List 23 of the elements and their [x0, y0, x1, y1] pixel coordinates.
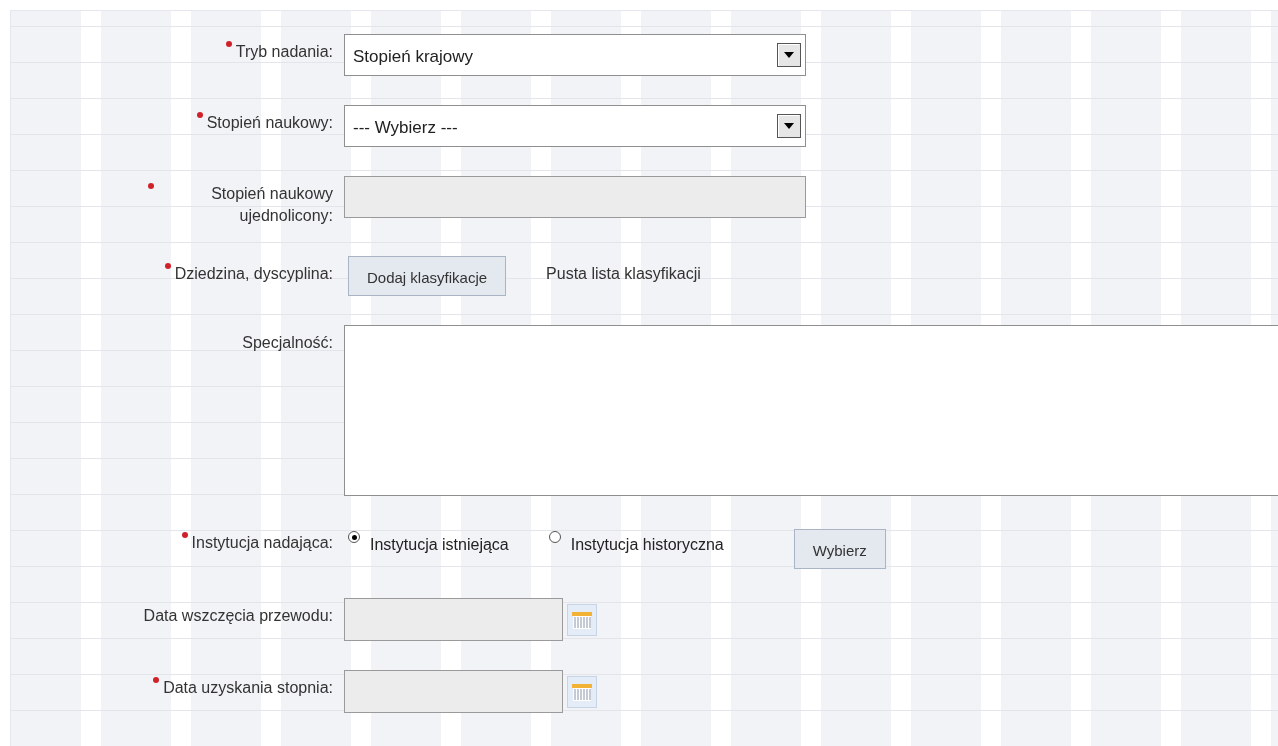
field-label: Stopień naukowy:	[206, 113, 333, 133]
dropdown-arrow-icon[interactable]	[777, 114, 801, 138]
field-label: Data wszczęcia przewodu:	[143, 606, 333, 626]
calendar-icon[interactable]	[567, 604, 597, 636]
date-input-field[interactable]	[344, 670, 563, 713]
button[interactable]: Wybierz	[793, 529, 886, 569]
field-label: Dziedzina, dyscyplina:	[174, 264, 333, 284]
dropdown-arrow-icon[interactable]	[777, 43, 801, 67]
select-field[interactable]: Stopień krajowy	[344, 34, 806, 76]
field-label: Tryb nadania:	[235, 42, 333, 62]
button[interactable]: Dodaj klasyfikacje	[348, 256, 507, 296]
radio-label[interactable]: Instytucja istniejąca	[370, 529, 509, 557]
radio-button[interactable]	[548, 531, 561, 543]
calendar-icon[interactable]	[567, 676, 597, 708]
select-field[interactable]: --- Wybierz ---	[344, 105, 806, 147]
date-input-field[interactable]	[344, 598, 563, 641]
field-label: Data uzyskania stopnia:	[163, 678, 333, 698]
field-label: Specjalność:	[242, 333, 333, 353]
field-label: Stopień naukowy ujednolicony:	[210, 184, 333, 226]
radio-label[interactable]: Instytucja historyczna	[570, 529, 724, 557]
empty-list-text: Pusta lista klasyfikacji	[546, 264, 701, 284]
field-label: Instytucja nadająca:	[191, 533, 333, 553]
radio-button[interactable]	[348, 531, 360, 543]
